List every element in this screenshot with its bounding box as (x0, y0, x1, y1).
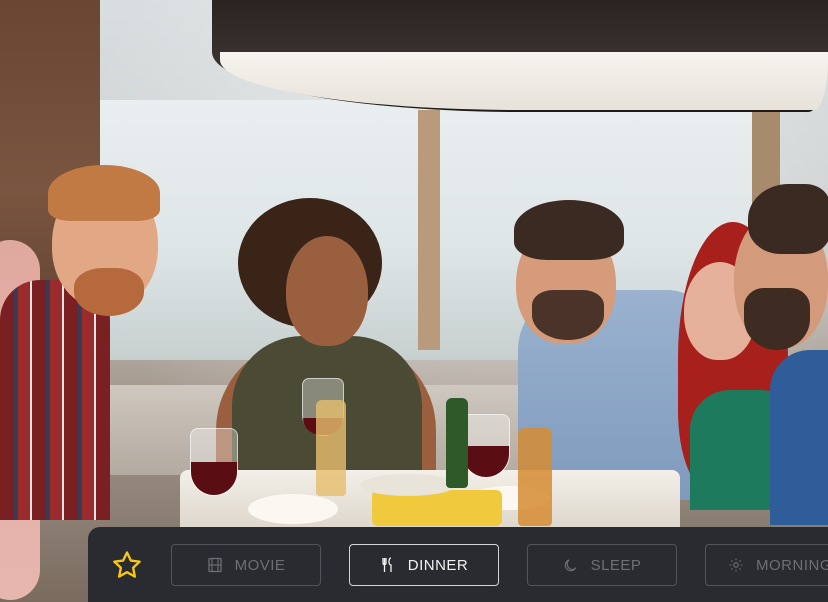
scene-button-morning[interactable]: MORNING (705, 544, 828, 586)
sun-icon (728, 557, 744, 573)
wine-glass (190, 428, 238, 496)
scene-button-sleep[interactable]: SLEEP (527, 544, 677, 586)
scene-button-label: MOVIE (234, 556, 286, 574)
beer-bottle (518, 428, 552, 526)
scene-button-label: DINNER (407, 556, 469, 574)
moon-icon (563, 557, 579, 573)
favorite-button[interactable] (108, 546, 146, 584)
dinner-photo (0, 0, 828, 602)
scene-button-dinner[interactable]: DINNER (349, 544, 499, 586)
scene-button-movie[interactable]: MOVIE (171, 544, 321, 586)
plate (248, 494, 338, 524)
wine-glass (462, 414, 510, 478)
bowl (360, 474, 456, 496)
beer-bottle (446, 398, 468, 488)
cutlery-icon (380, 557, 396, 573)
film-icon (207, 557, 223, 573)
star-icon (113, 551, 141, 578)
scene-control-bar: MOVIE DINNER SLEEP MORNING (88, 527, 828, 602)
beer-bottle (316, 400, 346, 496)
scene-button-label: SLEEP (590, 556, 642, 574)
scene-button-label: MORNING (756, 556, 828, 574)
window-frame (418, 110, 440, 350)
app-stage: MOVIE DINNER SLEEP MORNING (0, 0, 828, 602)
